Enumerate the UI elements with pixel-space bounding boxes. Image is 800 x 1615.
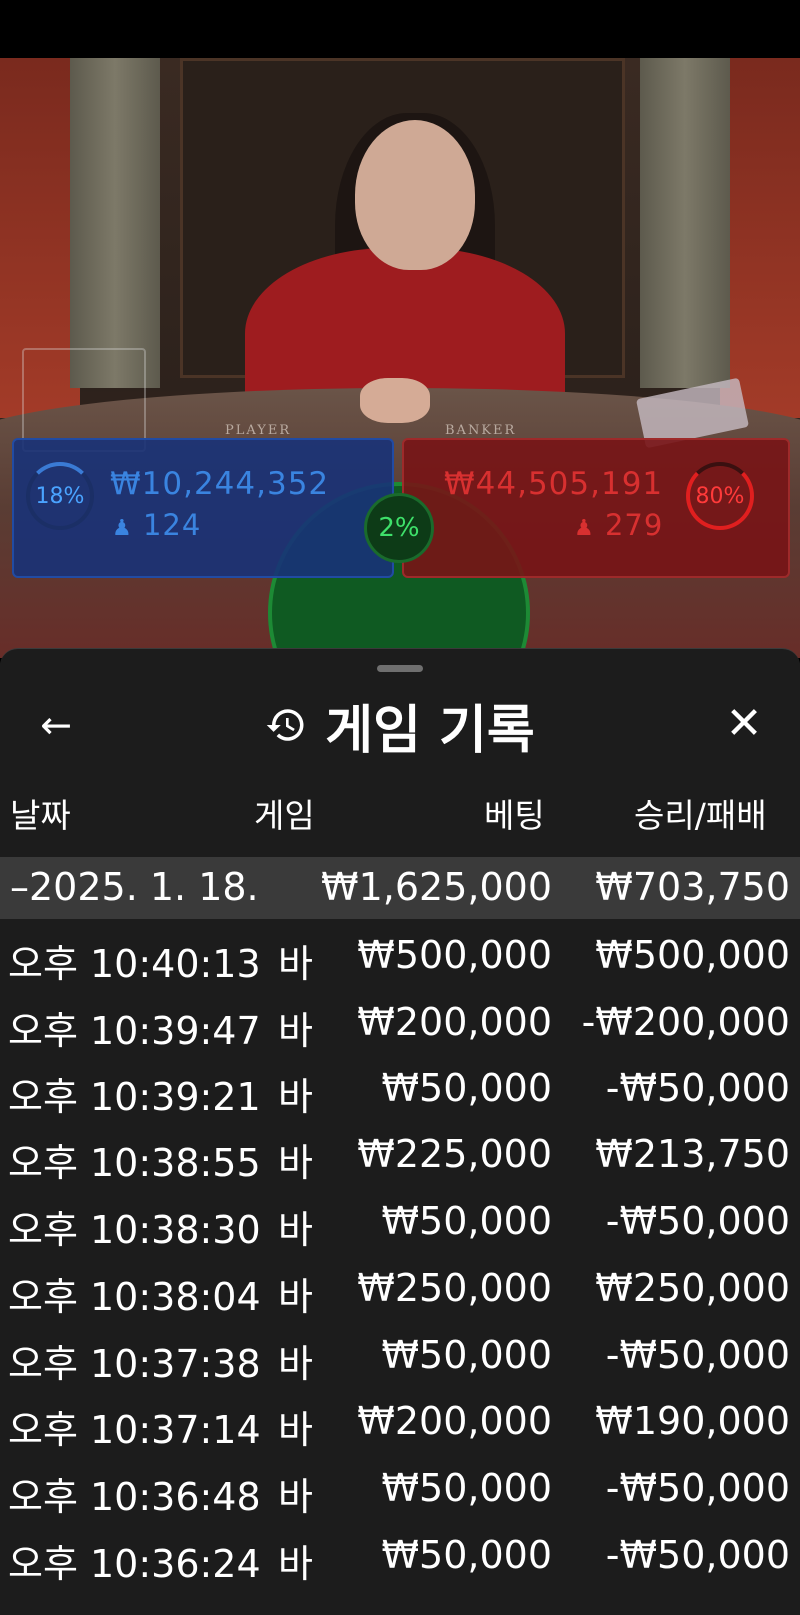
player-bet-spot[interactable]: 18% ₩10,244,352 ♟ 124 bbox=[12, 438, 394, 578]
row-winloss: ₩500,000 bbox=[595, 933, 790, 977]
column-header-bet[interactable]: 베팅 bbox=[484, 789, 545, 837]
column-header-date[interactable]: 날짜 bbox=[10, 789, 71, 837]
history-row[interactable]: 오후 10:37:38 바 ₩50,000 -₩50,000 bbox=[0, 1325, 800, 1392]
banker-percent: 80% bbox=[695, 483, 745, 509]
discard-holder bbox=[22, 348, 146, 452]
history-row[interactable]: 오후 10:39:21 바 ₩50,000 -₩50,000 bbox=[0, 1058, 800, 1125]
row-bet: ₩50,000 bbox=[381, 1333, 552, 1377]
row-time: 오후 10:37:14 bbox=[8, 1408, 261, 1452]
sheet-header: 게임 기록 bbox=[0, 685, 800, 765]
table-label-player: PLAYER bbox=[225, 423, 292, 438]
row-game: 바 bbox=[278, 1009, 313, 1053]
player-total-amount: ₩10,244,352 bbox=[110, 466, 330, 502]
drag-handle[interactable] bbox=[377, 665, 423, 672]
row-game: 바 bbox=[278, 1208, 313, 1252]
row-bet: ₩500,000 bbox=[357, 933, 552, 977]
row-time: 오후 10:40:13 bbox=[8, 942, 261, 986]
row-time: 오후 10:38:04 bbox=[8, 1275, 261, 1319]
row-winloss: -₩50,000 bbox=[605, 1466, 790, 1510]
history-row[interactable]: 오후 10:37:14 바 ₩200,000 ₩190,000 bbox=[0, 1391, 800, 1458]
row-game: 바 bbox=[278, 1275, 313, 1319]
row-winloss: ₩190,000 bbox=[595, 1399, 790, 1443]
banker-bettor-count: ♟ 279 bbox=[574, 508, 664, 542]
row-winloss: -₩50,000 bbox=[605, 1333, 790, 1377]
row-game: 바 bbox=[278, 1542, 313, 1586]
row-bet: ₩225,000 bbox=[357, 1132, 552, 1176]
row-time: 오후 10:39:47 bbox=[8, 1009, 261, 1053]
row-winloss: -₩200,000 bbox=[581, 1000, 790, 1044]
sheet-title: 게임 기록 bbox=[325, 700, 535, 761]
player-bettor-count: ♟ 124 bbox=[112, 508, 202, 542]
row-winloss: -₩50,000 bbox=[605, 1199, 790, 1243]
row-winloss: ₩213,750 bbox=[595, 1132, 790, 1176]
day-date: –2025. 1. 18. bbox=[10, 865, 259, 909]
row-bet: ₩50,000 bbox=[381, 1199, 552, 1243]
row-time: 오후 10:38:55 bbox=[8, 1141, 261, 1185]
row-bet: ₩50,000 bbox=[381, 1466, 552, 1510]
column-header-game[interactable]: 게임 bbox=[254, 789, 315, 837]
tie-percent-ring: 2% bbox=[364, 493, 434, 563]
banker-percent-ring: 80% bbox=[686, 462, 754, 530]
row-game: 바 bbox=[278, 942, 313, 986]
row-game: 바 bbox=[278, 1342, 313, 1386]
row-time: 오후 10:38:30 bbox=[8, 1208, 261, 1252]
row-winloss: ₩250,000 bbox=[595, 1266, 790, 1310]
row-bet: ₩250,000 bbox=[357, 1266, 552, 1310]
row-time: 오후 10:36:24 bbox=[8, 1542, 261, 1586]
row-winloss: -₩50,000 bbox=[605, 1533, 790, 1577]
dealer-hands bbox=[360, 378, 430, 423]
column-header-winloss[interactable]: 승리/패배 bbox=[634, 789, 767, 837]
tie-percent: 2% bbox=[378, 513, 420, 543]
user-icon: ♟ bbox=[574, 516, 595, 541]
history-row[interactable]: 오후 10:38:04 바 ₩250,000 ₩250,000 bbox=[0, 1258, 800, 1325]
history-row[interactable]: 오후 10:38:30 바 ₩50,000 -₩50,000 bbox=[0, 1191, 800, 1258]
table-label-banker: BANKER bbox=[445, 423, 517, 438]
history-row[interactable]: 오후 10:39:47 바 ₩200,000 -₩200,000 bbox=[0, 992, 800, 1059]
day-bet-total: ₩1,625,000 bbox=[321, 865, 552, 909]
row-time: 오후 10:36:48 bbox=[8, 1475, 261, 1519]
row-bet: ₩200,000 bbox=[357, 1000, 552, 1044]
row-time: 오후 10:39:21 bbox=[8, 1075, 261, 1119]
banker-bet-spot[interactable]: ₩44,505,191 ♟ 279 80% bbox=[402, 438, 790, 578]
row-time: 오후 10:37:38 bbox=[8, 1342, 261, 1386]
row-bet: ₩50,000 bbox=[381, 1066, 552, 1110]
row-game: 바 bbox=[278, 1475, 313, 1519]
decor-screen-right bbox=[720, 58, 800, 418]
row-game: 바 bbox=[278, 1408, 313, 1452]
history-icon bbox=[267, 709, 304, 741]
history-row[interactable]: 오후 10:36:24 바 ₩50,000 -₩50,000 bbox=[0, 1525, 800, 1592]
history-row[interactable]: 오후 10:38:55 바 ₩225,000 ₩213,750 bbox=[0, 1124, 800, 1191]
row-bet: ₩50,000 bbox=[381, 1533, 552, 1577]
status-bar bbox=[0, 0, 800, 58]
row-bet: ₩200,000 bbox=[357, 1399, 552, 1443]
pillar-left bbox=[70, 58, 160, 388]
user-icon: ♟ bbox=[112, 516, 133, 541]
dealer-face bbox=[355, 120, 475, 270]
game-history-sheet: ← 게임 기록 ✕ 날짜 게임 베팅 승리/패배 –2025. 1. 18. ₩… bbox=[0, 648, 800, 1615]
player-percent: 18% bbox=[35, 483, 85, 509]
row-winloss: -₩50,000 bbox=[605, 1066, 790, 1110]
pillar-right bbox=[640, 58, 730, 388]
history-row[interactable]: 오후 10:36:48 바 ₩50,000 -₩50,000 bbox=[0, 1458, 800, 1525]
banker-total-amount: ₩44,505,191 bbox=[444, 466, 664, 502]
player-percent-ring: 18% bbox=[26, 462, 94, 530]
close-button[interactable]: ✕ bbox=[718, 697, 770, 749]
day-winloss-total: ₩703,750 bbox=[595, 865, 790, 909]
row-game: 바 bbox=[278, 1141, 313, 1185]
row-game: 바 bbox=[278, 1075, 313, 1119]
history-row[interactable]: 오후 10:40:13 바 ₩500,000 ₩500,000 bbox=[0, 925, 800, 992]
close-icon: ✕ bbox=[725, 697, 763, 749]
day-summary-row[interactable]: –2025. 1. 18. ₩1,625,000 ₩703,750 bbox=[0, 857, 800, 919]
